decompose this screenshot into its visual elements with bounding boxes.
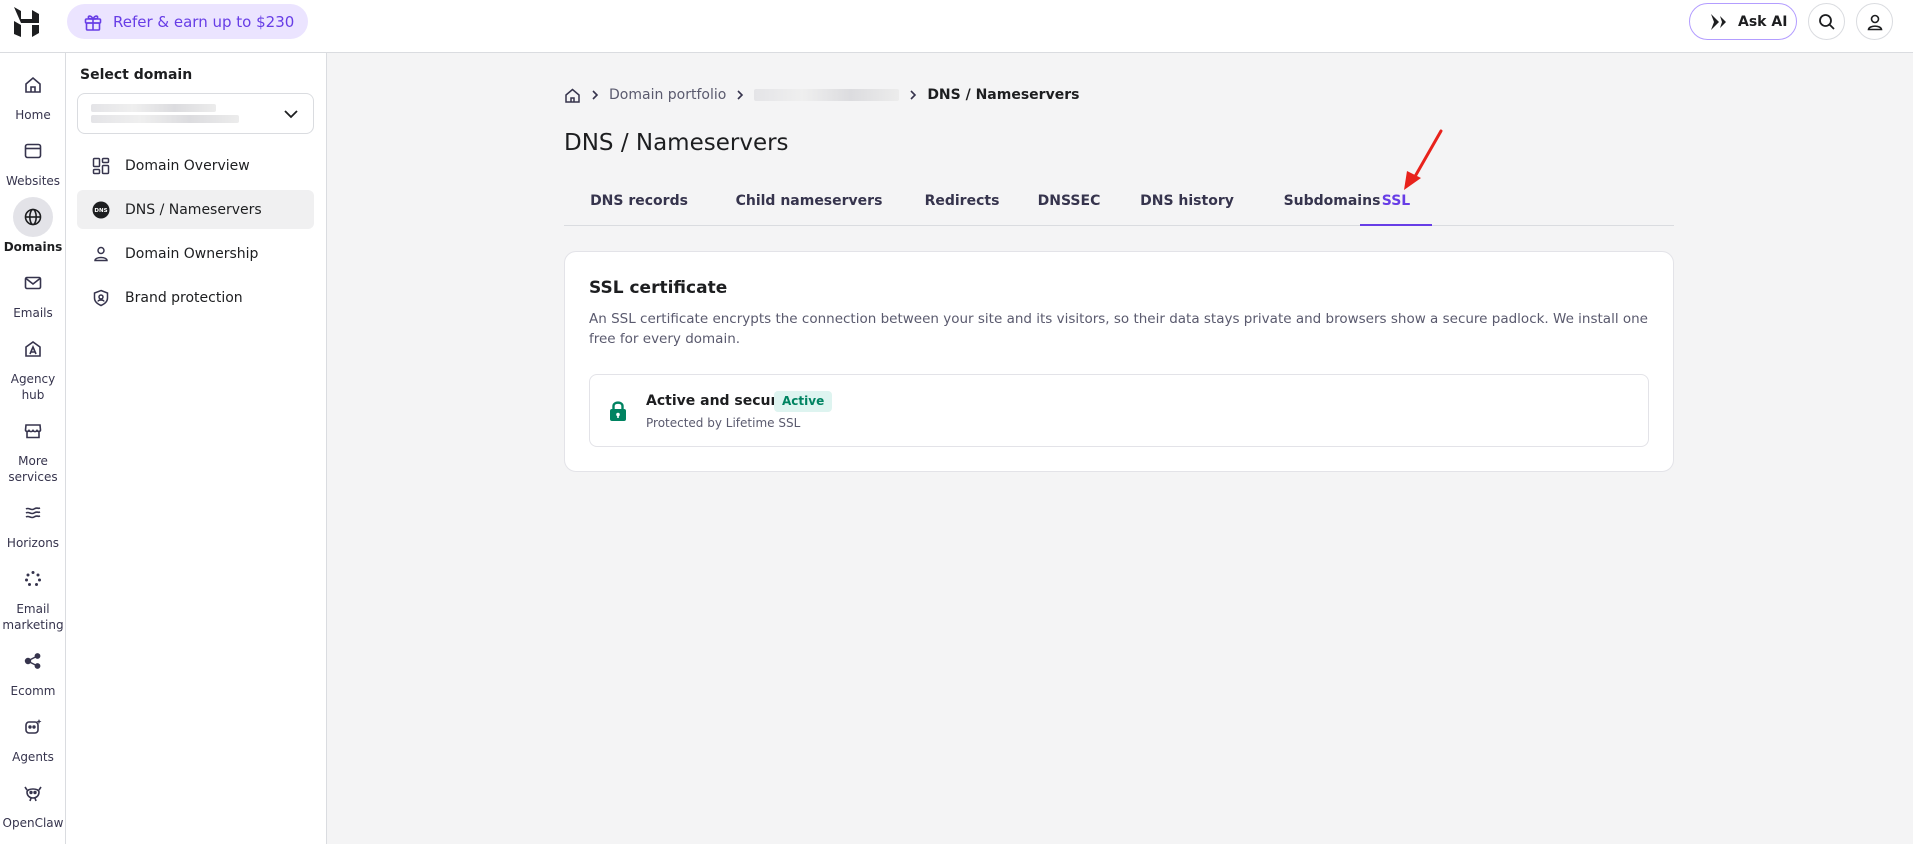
ask-ai-button[interactable]: Ask AI [1689, 3, 1797, 40]
rail-label: Ecomm [10, 684, 56, 698]
mail-icon [24, 276, 42, 290]
rail-item-domains[interactable]: Domains [0, 197, 66, 255]
refer-label: Refer & earn up to $230 [113, 12, 295, 31]
domain-sidebar: Select domain Domain Overview DNS DNS / … [66, 53, 327, 844]
tab-dnssec[interactable]: DNSSEC [1020, 182, 1118, 226]
sidebar-item-label: Domain Overview [125, 157, 250, 174]
rail-item-agents[interactable]: Agents [0, 707, 66, 765]
annotation-arrow-icon [1404, 129, 1443, 190]
rail-label: Websites [5, 174, 61, 188]
ssl-status-title: Active and secure [646, 393, 787, 409]
rail-item-more-services[interactable]: More services [0, 411, 66, 485]
rail-label: Agency hub [10, 372, 56, 402]
sidebar-item-dns-nameservers[interactable]: DNS DNS / Nameservers [77, 190, 314, 229]
main-navigation-rail: Home Websites Domains Emails Agency hub … [0, 53, 66, 844]
domain-name-redacted [91, 104, 216, 112]
ssl-status-box: Active and secure Active Protected by Li… [589, 374, 1649, 447]
rail-label: Email marketing [2, 602, 64, 632]
rail-item-ecomm[interactable]: Ecomm [0, 641, 66, 699]
tab-dns-history[interactable]: DNS history [1118, 182, 1256, 226]
status-badge: Active [774, 391, 833, 412]
agency-icon [25, 341, 41, 357]
sparkle-icon [1711, 13, 1726, 30]
breadcrumb-domain-portfolio[interactable]: Domain portfolio [609, 87, 726, 103]
sidebar-item-domain-overview[interactable]: Domain Overview [77, 146, 314, 185]
breadcrumb-domain-redacted[interactable] [754, 89, 900, 101]
ecomm-icon [24, 653, 41, 669]
rail-label: Domains [3, 240, 63, 254]
browser-icon [24, 143, 42, 159]
ask-ai-label: Ask AI [1738, 13, 1788, 30]
card-title: SSL certificate [589, 278, 728, 298]
rail-item-home[interactable]: Home [0, 65, 66, 123]
rail-label: OpenClaw [2, 816, 64, 830]
rail-item-horizons[interactable]: Horizons [0, 493, 66, 551]
search-icon [1818, 13, 1835, 30]
horizons-icon [25, 507, 41, 519]
chevron-right-icon [591, 89, 599, 101]
account-button[interactable] [1856, 3, 1893, 40]
tab-child-nameservers[interactable]: Child nameservers [714, 182, 904, 226]
rail-label: Emails [13, 306, 53, 320]
home-icon [25, 76, 41, 93]
domain-select[interactable] [77, 93, 314, 134]
svg-text:DNS: DNS [94, 208, 107, 214]
breadcrumb-current: DNS / Nameservers [927, 87, 1080, 103]
rail-item-openclaw[interactable]: OpenClaw [0, 773, 66, 831]
tab-redirects[interactable]: Redirects [904, 182, 1020, 226]
sidebar-item-label: Brand protection [125, 289, 243, 306]
agents-icon [25, 719, 42, 734]
select-domain-label: Select domain [80, 67, 193, 83]
gift-icon [84, 14, 102, 31]
sidebar-item-brand-protection[interactable]: Brand protection [77, 278, 314, 317]
hostinger-logo-icon[interactable] [12, 6, 44, 38]
sidebar-item-label: Domain Ownership [125, 245, 259, 262]
refer-earn-button[interactable]: Refer & earn up to $230 [67, 4, 308, 39]
search-button[interactable] [1808, 3, 1845, 40]
rail-label: More services [8, 454, 58, 484]
sidebar-item-domain-ownership[interactable]: Domain Ownership [77, 234, 314, 273]
rail-label: Agents [12, 750, 54, 764]
rail-label: Horizons [6, 536, 60, 550]
ssl-certificate-card: SSL certificate An SSL certificate encry… [564, 251, 1674, 472]
rail-item-agency-hub[interactable]: Agency hub [0, 329, 66, 403]
page-title: DNS / Nameservers [564, 130, 789, 156]
dns-tabs: DNS records Child nameservers Redirects … [564, 182, 1674, 226]
card-description: An SSL certificate encrypts the connecti… [589, 311, 1648, 347]
rail-label: Home [15, 108, 51, 122]
chevron-down-icon [284, 110, 298, 119]
chevron-right-icon [736, 89, 744, 101]
user-icon [1867, 14, 1882, 30]
rail-item-email-marketing[interactable]: Email marketing [0, 559, 66, 633]
tab-dns-records[interactable]: DNS records [564, 182, 714, 226]
globe-icon [24, 208, 42, 226]
rail-item-emails[interactable]: Emails [0, 263, 66, 321]
rail-item-websites[interactable]: Websites [0, 131, 66, 189]
breadcrumb: Domain portfolio DNS / Nameservers [564, 86, 1079, 104]
domain-name-redacted [91, 115, 239, 123]
top-bar: Refer & earn up to $230 Ask AI [0, 0, 1913, 53]
person-icon [94, 246, 108, 261]
chevron-right-icon [909, 89, 917, 101]
home-breadcrumb-icon[interactable] [564, 87, 581, 104]
openclaw-icon [24, 786, 42, 802]
ssl-status-subtitle: Protected by Lifetime SSL [646, 416, 801, 430]
dashboard-icon [92, 157, 110, 174]
lock-icon [610, 401, 626, 421]
sidebar-item-label: DNS / Nameservers [125, 201, 262, 218]
email-marketing-icon [25, 571, 41, 586]
store-icon [24, 424, 42, 439]
dns-icon: DNS [92, 201, 110, 218]
shield-icon [93, 289, 109, 306]
